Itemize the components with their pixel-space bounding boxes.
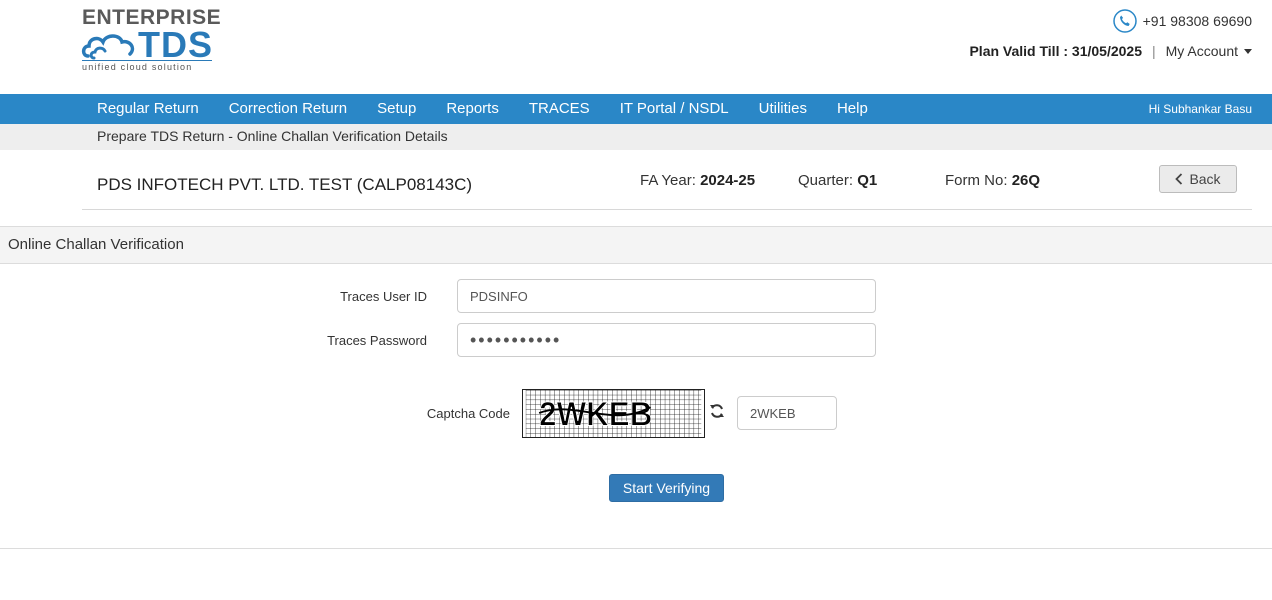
nav-item-regular-return[interactable]: Regular Return [82,94,214,124]
quarter-info: Quarter: Q1 [798,172,877,189]
nav-item-correction-return[interactable]: Correction Return [214,94,362,124]
nav-item-traces[interactable]: TRACES [514,94,605,124]
nav-item-reports[interactable]: Reports [431,94,514,124]
traces-user-id-input[interactable] [457,279,876,313]
captcha-input[interactable] [737,396,837,430]
fa-year-info: FA Year: 2024-25 [640,172,755,189]
traces-password-input[interactable]: ••••••••••• [457,323,876,357]
section-title: Online Challan Verification [8,236,184,253]
nav-item-it-portal-nsdl[interactable]: IT Portal / NSDL [605,94,744,124]
main-nav: Regular Return Correction Return Setup R… [0,94,1272,124]
start-verifying-button[interactable]: Start Verifying [609,474,724,502]
captcha-image: 2WKEB [522,389,705,438]
traces-password-label: Traces Password [327,333,427,348]
chevron-left-icon [1175,173,1183,185]
logo-tagline: unified cloud solution [82,62,193,72]
user-greeting: Hi Subhankar Basu [1148,102,1252,116]
nav-menu: Regular Return Correction Return Setup R… [82,94,883,124]
quarter-label: Quarter: [798,172,854,189]
back-button[interactable]: Back [1159,165,1237,193]
nav-item-setup[interactable]: Setup [362,94,431,124]
fa-year-value: 2024-25 [700,172,756,189]
captcha-code-label: Captcha Code [426,406,510,421]
logo-underline [82,60,212,61]
section-header: Online Challan Verification [0,226,1272,264]
company-name: PDS INFOTECH PVT. LTD. TEST (CALP08143C) [97,175,473,194]
phone-icon [1112,9,1137,33]
plan-valid-text: Plan Valid Till : 31/05/2025 [969,43,1142,59]
my-account-dropdown[interactable]: My Account [1166,43,1238,59]
cloud-icon [81,34,135,60]
traces-user-id-label: Traces User ID [340,289,427,304]
refresh-captcha-icon[interactable] [709,403,725,419]
form-no-value: 26Q [1011,172,1041,189]
captcha-text: 2WKEB [539,395,652,433]
back-button-label: Back [1189,171,1221,187]
caret-down-icon[interactable] [1244,48,1252,54]
breadcrumb-text: Prepare TDS Return - Online Challan Veri… [97,128,448,144]
form-no-info: Form No: 26Q [945,172,1040,189]
phone-number: +91 98308 69690 [1142,13,1252,29]
fa-year-label: FA Year: [640,172,696,189]
phone-contact: +91 98308 69690 [1112,9,1252,33]
return-info-bar: PDS INFOTECH PVT. LTD. TEST (CALP08143C)… [82,150,1252,210]
account-separator: | [1151,43,1156,59]
nav-item-help[interactable]: Help [822,94,883,124]
breadcrumb: Prepare TDS Return - Online Challan Veri… [0,124,1272,150]
enterprise-tds-logo[interactable]: ENTERPRISE TDS unified cloud solution [80,6,221,72]
bottom-divider [0,548,1272,549]
form-no-label: Form No: [945,172,1008,189]
nav-item-utilities[interactable]: Utilities [744,94,822,124]
quarter-value: Q1 [857,172,878,189]
account-bar: Plan Valid Till : 31/05/2025 | My Accoun… [969,43,1252,59]
header: ENTERPRISE TDS unified cloud solution +9… [0,0,1272,94]
